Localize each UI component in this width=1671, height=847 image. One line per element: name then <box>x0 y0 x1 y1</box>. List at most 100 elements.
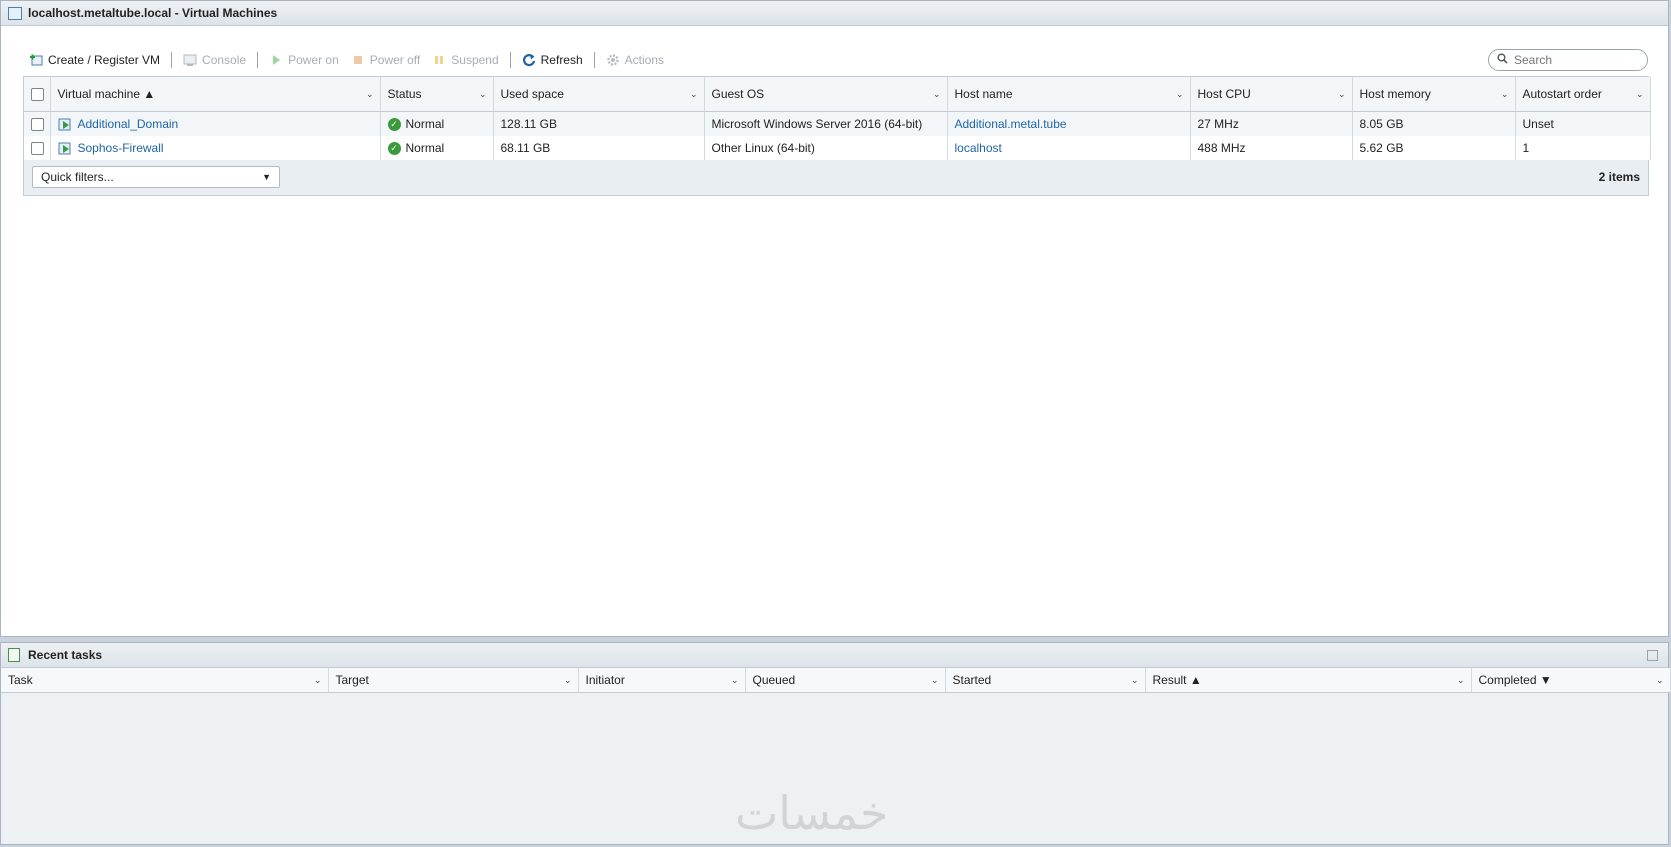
chevron-down-icon[interactable]: ⌄ <box>690 89 698 100</box>
create-register-vm-button[interactable]: Create / Register VM <box>23 53 166 67</box>
host-name-link[interactable]: localhost <box>955 141 1002 155</box>
column-header[interactable]: Guest OS ⌄ <box>704 77 948 112</box>
chevron-down-icon[interactable]: ⌄ <box>1131 675 1139 686</box>
chevron-down-icon[interactable]: ⌄ <box>366 89 374 100</box>
suspend-button[interactable]: Suspend <box>426 53 504 67</box>
play-icon <box>269 53 283 67</box>
chevron-down-icon[interactable]: ⌄ <box>1636 89 1644 100</box>
host-memory-cell: 8.05 GB <box>1352 111 1516 136</box>
chevron-down-icon[interactable]: ⌄ <box>1457 675 1465 686</box>
grid-footer: Quick filters... ▼ 2 items <box>24 160 1648 194</box>
recent-tasks-titlebar: Recent tasks <box>1 643 1668 668</box>
vm-table-header: Virtual machine ▲ ⌄ Status ⌄ Used space ⌄ G… <box>24 77 1651 112</box>
column-header[interactable]: Host name ⌄ <box>947 77 1191 112</box>
vm-name-link[interactable]: Additional_Domain <box>78 117 179 131</box>
chevron-down-icon[interactable]: ⌄ <box>314 675 322 686</box>
host-cpu-cell: 488 MHz <box>1190 136 1353 160</box>
row-select-cell <box>24 111 51 136</box>
toolbar-separator <box>171 52 173 68</box>
chevron-down-icon[interactable]: ⌄ <box>1501 89 1509 100</box>
power-on-button[interactable]: Power on <box>263 53 345 67</box>
chevron-down-icon[interactable]: ⌄ <box>479 89 487 100</box>
vm-icon <box>58 142 72 155</box>
maximize-icon[interactable] <box>1647 650 1658 661</box>
chevron-down-icon[interactable]: ⌄ <box>731 675 739 686</box>
recent-tasks-title: Recent tasks <box>28 648 103 662</box>
refresh-icon <box>522 53 536 67</box>
console-icon <box>183 53 197 67</box>
vm-grid: Virtual machine ▲ ⌄ Status ⌄ Used space ⌄ G… <box>23 76 1651 196</box>
panel-title: localhost.metaltube.local - Virtual Mach… <box>28 6 278 20</box>
status-cell: ✓ Normal <box>380 111 494 136</box>
host-memory-cell: 5.62 GB <box>1352 136 1516 160</box>
column-header[interactable]: Completed ▼ ⌄ <box>1471 668 1671 693</box>
chevron-down-icon[interactable]: ⌄ <box>933 89 941 100</box>
used-space-cell: 128.11 GB <box>493 111 705 136</box>
column-header[interactable]: Host CPU ⌄ <box>1190 77 1353 112</box>
column-header[interactable]: Queued ⌄ <box>745 668 946 693</box>
vm-icon <box>58 118 72 131</box>
chevron-down-icon[interactable]: ⌄ <box>1338 89 1346 100</box>
column-header[interactable]: Used space ⌄ <box>493 77 705 112</box>
tasks-table: Task ⌄ Target ⌄ Initiator ⌄ Queued ⌄ Started… <box>1 668 1671 693</box>
row-select-cell <box>24 136 51 160</box>
vm-name-link[interactable]: Sophos-Firewall <box>78 141 164 155</box>
tasks-table-header: Task ⌄ Target ⌄ Initiator ⌄ Queued ⌄ Started… <box>1 668 1671 693</box>
column-header[interactable]: Autostart order ⌄ <box>1515 77 1651 112</box>
stop-icon <box>351 53 365 67</box>
autostart-cell: 1 <box>1515 136 1651 160</box>
select-all-checkbox[interactable] <box>31 88 44 102</box>
host-name-link[interactable]: Additional.metal.tube <box>955 117 1067 131</box>
chevron-down-icon[interactable]: ⌄ <box>1656 675 1664 686</box>
search-input[interactable] <box>1512 52 1636 68</box>
vm-name-cell: Additional_Domain <box>50 111 381 136</box>
item-count: 2 items <box>1598 170 1640 184</box>
row-checkbox[interactable] <box>31 142 44 156</box>
console-button[interactable]: Console <box>177 53 252 67</box>
column-header[interactable]: Status ⌄ <box>380 77 494 112</box>
toolbar-separator <box>509 52 511 68</box>
check-circle-icon: ✓ <box>387 142 401 156</box>
create-vm-icon <box>29 53 43 67</box>
table-row[interactable]: Additional_Domain ✓ Normal 128.11 GB Micr… <box>24 111 1651 136</box>
clipboard-icon <box>8 648 20 662</box>
table-row[interactable]: Sophos-Firewall ✓ Normal 68.11 GB Other L… <box>24 136 1651 160</box>
chevron-down-icon[interactable]: ⌄ <box>1176 89 1184 100</box>
column-header[interactable]: Started ⌄ <box>945 668 1146 693</box>
select-all-cell <box>24 77 51 112</box>
column-header[interactable]: Result ▲ ⌄ <box>1145 668 1472 693</box>
status-cell: ✓ Normal <box>380 136 494 160</box>
chevron-down-icon[interactable]: ⌄ <box>931 675 939 686</box>
column-header[interactable]: Host memory ⌄ <box>1352 77 1516 112</box>
row-checkbox[interactable] <box>31 118 44 132</box>
virtual-machines-panel: localhost.metaltube.local - Virtual Mach… <box>0 0 1669 637</box>
pause-icon <box>432 53 446 67</box>
vm-table: Virtual machine ▲ ⌄ Status ⌄ Used space ⌄ G… <box>24 77 1651 160</box>
column-header[interactable]: Initiator ⌄ <box>578 668 746 693</box>
vm-name-cell: Sophos-Firewall <box>50 136 381 160</box>
gear-icon <box>606 53 620 67</box>
quick-filters-dropdown[interactable]: Quick filters... ▼ <box>32 166 280 188</box>
power-off-button[interactable]: Power off <box>345 53 426 67</box>
panel-titlebar: localhost.metaltube.local - Virtual Mach… <box>1 1 1668 26</box>
used-space-cell: 68.11 GB <box>493 136 705 160</box>
toolbar-separator <box>257 52 259 68</box>
guest-os-cell: Other Linux (64-bit) <box>704 136 948 160</box>
chevron-down-icon[interactable]: ⌄ <box>564 675 572 686</box>
vm-host-icon <box>8 6 22 20</box>
column-header[interactable]: Task ⌄ <box>1 668 329 693</box>
host-name-cell: Additional.metal.tube <box>947 111 1191 136</box>
host-name-cell: localhost <box>947 136 1191 160</box>
actions-button[interactable]: Actions <box>600 53 670 67</box>
host-cpu-cell: 27 MHz <box>1190 111 1353 136</box>
dropdown-arrow-icon: ▼ <box>262 172 271 182</box>
column-header[interactable]: Target ⌄ <box>328 668 579 693</box>
column-header[interactable]: Virtual machine ▲ ⌄ <box>50 77 381 112</box>
search-box[interactable] <box>1488 49 1648 71</box>
toolbar-separator <box>593 52 595 68</box>
check-circle-icon: ✓ <box>387 118 401 132</box>
autostart-cell: Unset <box>1515 111 1651 136</box>
search-icon <box>1497 53 1508 67</box>
refresh-button[interactable]: Refresh <box>516 53 589 67</box>
watermark-logo: خمسات <box>735 786 889 840</box>
